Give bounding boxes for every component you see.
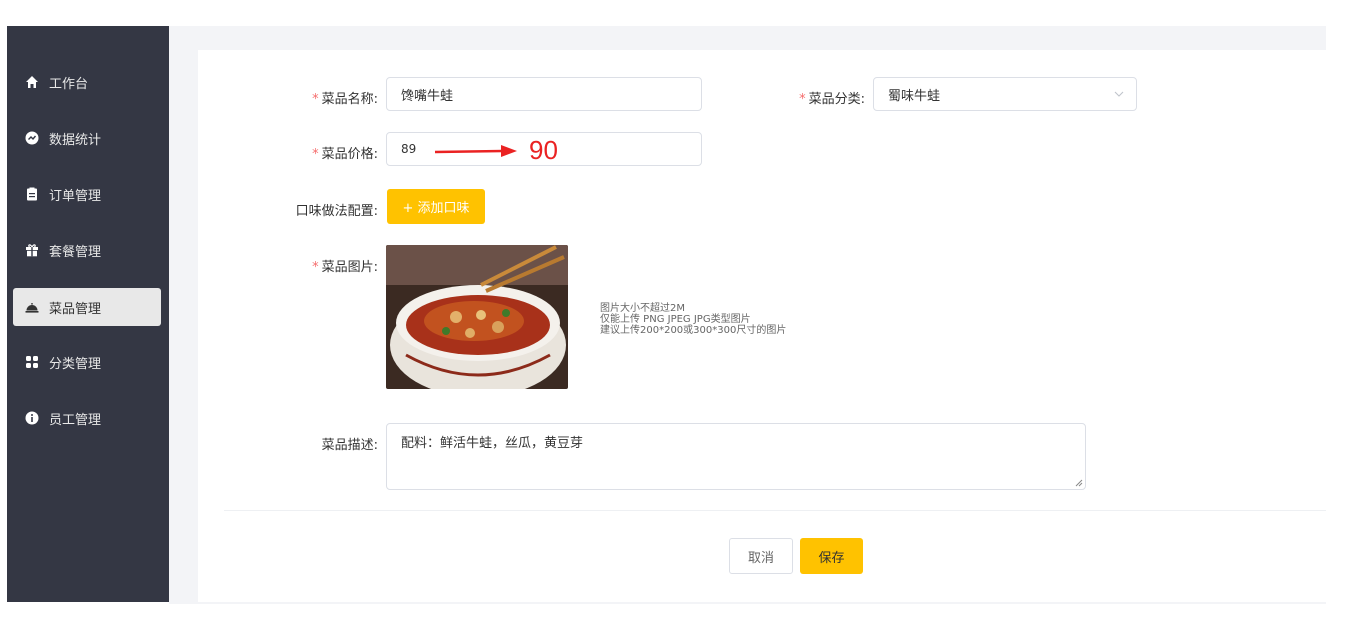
sidebar-item-statistics[interactable]: 数据统计 [13, 119, 161, 157]
sidebar-item-combos[interactable]: 套餐管理 [13, 231, 161, 269]
gift-icon [25, 243, 39, 257]
annotation-new-price: 90 [529, 135, 558, 165]
resize-handle-icon[interactable] [1075, 479, 1083, 487]
dish-price-label: * 菜品价格: [312, 147, 378, 162]
content-left-gutter [169, 26, 198, 602]
add-flavor-button[interactable]: + 添加口味 [387, 189, 485, 224]
dish-category-select[interactable]: 蜀味牛蛙 [873, 77, 1137, 111]
sidebar-item-employees[interactable]: 员工管理 [13, 399, 161, 437]
dish-category-label: * 菜品分类: [799, 92, 865, 107]
sidebar-item-orders[interactable]: 订单管理 [13, 175, 161, 213]
chart-icon [25, 131, 39, 145]
sidebar-item-label: 分类管理 [49, 356, 102, 372]
dish-image-upload[interactable] [386, 245, 568, 389]
chevron-down-icon [1114, 88, 1124, 98]
dish-photo [386, 245, 568, 389]
sidebar-item-label: 套餐管理 [49, 244, 102, 260]
sidebar-item-categories[interactable]: 分类管理 [13, 343, 161, 381]
sidebar-item-label: 数据统计 [49, 132, 102, 148]
annotation-arrow-icon [434, 145, 517, 157]
sidebar-item-label: 订单管理 [49, 188, 102, 204]
dish-icon [25, 300, 39, 314]
sidebar-item-workbench[interactable]: 工作台 [13, 63, 161, 101]
cancel-button[interactable]: 取消 [729, 538, 793, 574]
dish-name-label: * 菜品名称: [312, 92, 378, 107]
sidebar-item-label: 菜品管理 [49, 301, 102, 317]
form-divider [224, 510, 1326, 511]
home-icon [25, 75, 39, 89]
content-bottom-bar [169, 602, 1326, 604]
info-icon [25, 411, 39, 425]
dish-description-textarea[interactable]: 配料：鲜活牛蛙，丝瓜，黄豆芽 [386, 423, 1086, 490]
dish-description-label: 菜品描述: [321, 438, 378, 453]
sidebar-item-label: 工作台 [49, 76, 89, 92]
sidebar-item-label: 员工管理 [49, 412, 102, 428]
clipboard-icon [25, 187, 39, 201]
grid-icon [25, 355, 39, 369]
content-top-bar [169, 26, 1326, 50]
dish-name-input[interactable]: 馋嘴牛蛙 [386, 77, 702, 111]
flavor-config-label: 口味做法配置: [295, 204, 378, 219]
save-button[interactable]: 保存 [800, 538, 863, 574]
image-upload-hints: 图片大小不超过2M 仅能上传 PNG JPEG JPG类型图片 建议上传200*… [600, 303, 787, 336]
sidebar: 工作台 数据统计 订单管理 套餐管理 菜品管理 分类管理 员工管理 [7, 26, 169, 602]
sidebar-item-dishes[interactable]: 菜品管理 [13, 288, 161, 326]
dish-image-label: * 菜品图片: [312, 260, 378, 275]
